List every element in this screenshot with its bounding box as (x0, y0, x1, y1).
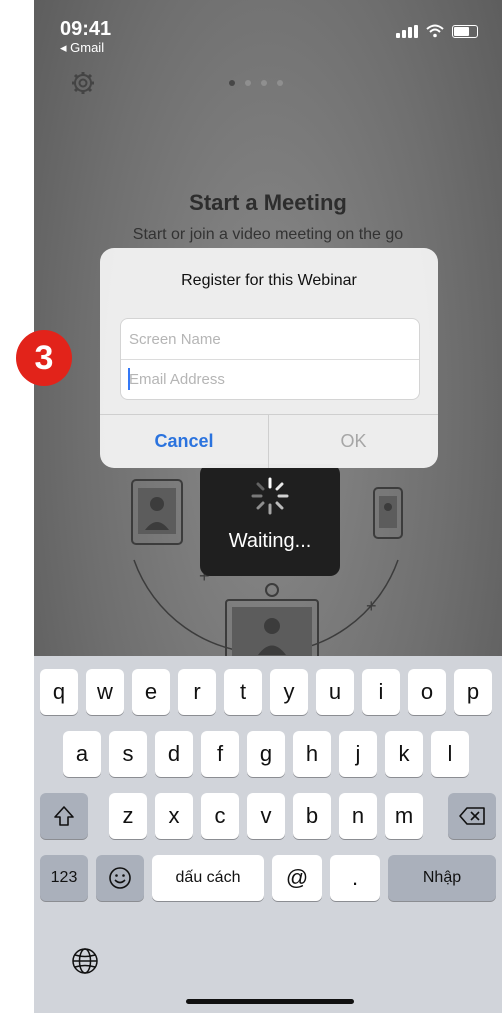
key-q[interactable]: q (40, 669, 78, 715)
key-v[interactable]: v (247, 793, 285, 839)
waiting-hud: Waiting... (200, 464, 340, 576)
ok-button[interactable]: OK (269, 415, 438, 468)
numbers-key[interactable]: 123 (40, 855, 88, 901)
key-u[interactable]: u (316, 669, 354, 715)
key-p[interactable]: p (454, 669, 492, 715)
backspace-icon (459, 807, 485, 825)
backspace-key[interactable] (448, 793, 496, 839)
battery-icon (452, 25, 478, 38)
key-b[interactable]: b (293, 793, 331, 839)
key-c[interactable]: c (201, 793, 239, 839)
key-z[interactable]: z (109, 793, 147, 839)
page-indicator (229, 80, 283, 86)
globe-icon[interactable] (70, 946, 100, 976)
key-m[interactable]: m (385, 793, 423, 839)
key-x[interactable]: x (155, 793, 193, 839)
key-y[interactable]: y (270, 669, 308, 715)
status-icons (396, 24, 478, 38)
emoji-key[interactable] (96, 855, 144, 901)
svg-text:+: + (366, 596, 377, 616)
onboarding-subtitle: Start or join a video meeting on the go (132, 226, 404, 243)
dialog-title: Register for this Webinar (181, 272, 357, 289)
key-t[interactable]: t (224, 669, 262, 715)
email-address-input[interactable] (121, 359, 419, 399)
gear-icon[interactable] (70, 70, 96, 96)
shift-icon (54, 806, 74, 826)
status-bar: 09:41 ◂ Gmail (34, 0, 502, 60)
page-dot (277, 80, 283, 86)
key-g[interactable]: g (247, 731, 285, 777)
onscreen-keyboard: q w e r t y u i o p a s d f g h j k l z … (34, 656, 502, 1013)
key-h[interactable]: h (293, 731, 331, 777)
key-j[interactable]: j (339, 731, 377, 777)
key-a[interactable]: a (63, 731, 101, 777)
wifi-icon (426, 24, 444, 38)
at-key[interactable]: @ (272, 855, 322, 901)
text-cursor (128, 368, 130, 390)
back-to-app-link[interactable]: ◂ Gmail (60, 40, 104, 56)
emoji-icon (109, 867, 131, 889)
home-indicator (186, 999, 354, 1004)
waiting-label: Waiting... (228, 530, 312, 552)
status-time: 09:41 (60, 18, 112, 40)
return-key[interactable]: Nhập (388, 855, 496, 901)
dialog-fields (120, 318, 420, 400)
loading-spinner-icon (251, 477, 289, 515)
key-r[interactable]: r (178, 669, 216, 715)
space-key[interactable]: dấu cách (152, 855, 264, 901)
onboarding-title: Start a Meeting (189, 190, 347, 215)
key-w[interactable]: w (86, 669, 124, 715)
key-s[interactable]: s (109, 731, 147, 777)
key-d[interactable]: d (155, 731, 193, 777)
key-i[interactable]: i (362, 669, 400, 715)
screen-name-input[interactable] (121, 319, 419, 359)
page-dot (261, 80, 267, 86)
page-dot (245, 80, 251, 86)
phone-screen: 09:41 ◂ Gmail Start a Meeting Start or j… (34, 0, 502, 1013)
key-o[interactable]: o (408, 669, 446, 715)
key-l[interactable]: l (431, 731, 469, 777)
key-f[interactable]: f (201, 731, 239, 777)
signal-icon (396, 25, 418, 38)
key-n[interactable]: n (339, 793, 377, 839)
key-e[interactable]: e (132, 669, 170, 715)
register-webinar-dialog: Register for this Webinar Cancel OK (100, 248, 438, 468)
shift-key[interactable] (40, 793, 88, 839)
page-dot (229, 80, 235, 86)
key-k[interactable]: k (385, 731, 423, 777)
cancel-button[interactable]: Cancel (100, 415, 268, 468)
step-number-badge: 3 (16, 330, 72, 386)
period-key[interactable]: . (330, 855, 380, 901)
